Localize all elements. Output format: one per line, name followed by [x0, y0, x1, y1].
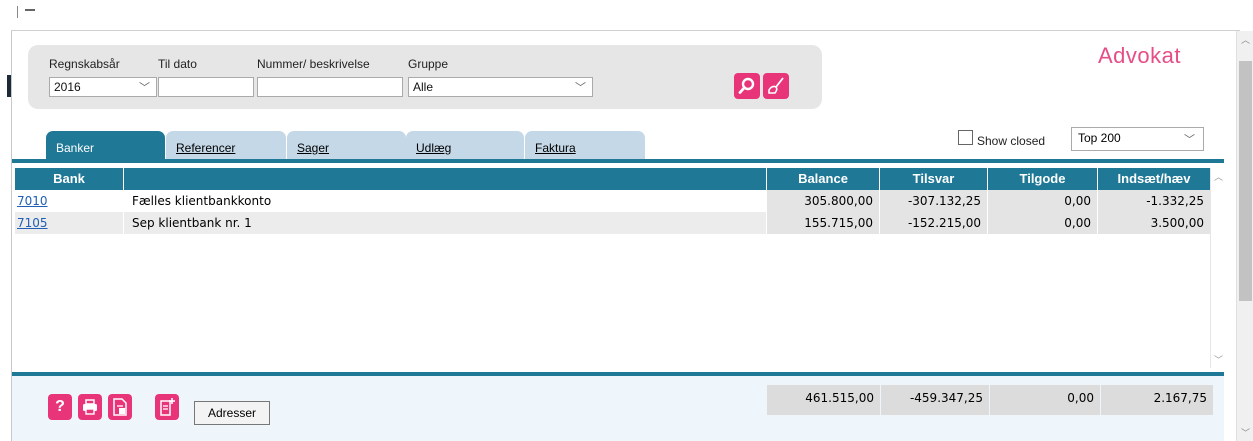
balance-value: 305.800,00 — [767, 190, 880, 212]
new-document-button[interactable] — [155, 394, 179, 420]
column-header-description — [124, 168, 767, 190]
filter-panel: Regnskabsår 2016 ﹀ Til dato Nummer/ besk… — [28, 45, 822, 109]
bank-number-link[interactable]: 7105 — [15, 212, 124, 234]
top-bar-divider — [17, 6, 18, 18]
brand-title: Advokat — [1098, 43, 1181, 68]
table-row[interactable]: 7105 Sep klientbank nr. 1 155.715,00 -15… — [15, 212, 1210, 234]
bank-description: Fælles klientbankkonto — [124, 190, 767, 212]
footer-bar: ? Adresser 461.515,00 -459.347,25 0,00 2… — [12, 372, 1224, 441]
address-button[interactable]: Adresser — [194, 401, 270, 425]
bank-grid: Bank Balance Tilsvar Tilgode Indsæt/hæv … — [15, 168, 1224, 368]
clear-filter-button[interactable] — [763, 73, 789, 99]
window-scrollbar[interactable]: ︿ ﹀ — [1236, 31, 1253, 441]
column-header-bank[interactable]: Bank — [15, 168, 124, 190]
indsaet-value: -1.332,25 — [1098, 190, 1210, 212]
window-top-bar — [11, 0, 1240, 31]
print-icon — [83, 399, 97, 415]
scroll-down-icon[interactable]: ﹀ — [1241, 426, 1250, 439]
chevron-down-icon: ﹀ — [139, 82, 150, 94]
broom-icon — [768, 77, 784, 94]
help-button[interactable]: ? — [48, 394, 72, 420]
year-select-value: 2016 — [54, 80, 81, 94]
show-closed-label: Show closed — [977, 134, 1046, 148]
column-header-tilgode[interactable]: Tilgode — [988, 168, 1098, 190]
top-limit-value: Top 200 — [1078, 131, 1121, 145]
tab-udlaeg[interactable]: Udlæg — [406, 131, 524, 159]
export-button[interactable] — [108, 394, 132, 420]
scroll-up-icon[interactable]: ︿ — [1214, 170, 1223, 183]
total-tilgode: 0,00 — [990, 385, 1100, 415]
group-select[interactable]: Alle ﹀ — [408, 77, 593, 97]
new-document-icon — [160, 398, 175, 416]
tab-underline — [12, 159, 1224, 163]
to-date-input[interactable] — [158, 77, 254, 97]
total-indsaet: 2.167,75 — [1101, 385, 1213, 415]
column-header-indsaet[interactable]: Indsæt/hæv — [1098, 168, 1210, 190]
column-header-tilsvar[interactable]: Tilsvar — [880, 168, 988, 190]
number-description-input[interactable] — [257, 77, 403, 97]
show-closed-toggle[interactable]: Show closed — [958, 129, 1046, 148]
scroll-down-icon[interactable]: ﹀ — [1214, 353, 1223, 366]
balance-value: 155.715,00 — [767, 212, 880, 234]
total-tilsvar: -459.347,25 — [881, 385, 989, 415]
tab-faktura[interactable]: Faktura — [525, 131, 645, 159]
tilsvar-value: -307.132,25 — [880, 190, 988, 212]
group-label: Gruppe — [408, 57, 449, 71]
group-select-value: Alle — [413, 80, 434, 94]
bank-number-link[interactable]: 7010 — [15, 190, 124, 212]
scroll-up-icon[interactable]: ︿ — [1241, 33, 1250, 46]
main-panel: Regnskabsår 2016 ﹀ Til dato Nummer/ besk… — [11, 31, 1240, 441]
show-closed-checkbox[interactable] — [958, 129, 973, 145]
tab-referencer[interactable]: Referencer — [166, 131, 286, 159]
tab-sager[interactable]: Sager — [287, 131, 406, 159]
help-icon: ? — [55, 398, 65, 415]
chevron-down-icon: ﹀ — [575, 82, 586, 94]
year-label: Regnskabsår — [49, 57, 120, 71]
menu-icon[interactable] — [25, 9, 35, 11]
search-icon — [738, 77, 755, 94]
scrollbar-thumb[interactable] — [1239, 61, 1252, 301]
grid-scrollbar[interactable]: ︿ ﹀ — [1210, 168, 1224, 368]
number-label: Nummer/ beskrivelse — [257, 57, 370, 71]
tilgode-value: 0,00 — [988, 212, 1098, 234]
export-icon — [113, 398, 127, 416]
tilsvar-value: -152.215,00 — [880, 212, 988, 234]
print-button[interactable] — [78, 394, 102, 420]
to-date-label: Til dato — [158, 57, 197, 71]
column-header-balance[interactable]: Balance — [767, 168, 880, 190]
search-button[interactable] — [734, 73, 760, 99]
year-select[interactable]: 2016 ﹀ — [49, 77, 157, 97]
tilgode-value: 0,00 — [988, 190, 1098, 212]
tab-banker[interactable]: Banker — [46, 131, 165, 159]
total-balance: 461.515,00 — [767, 385, 880, 415]
table-row[interactable]: 7010 Fælles klientbankkonto 305.800,00 -… — [15, 190, 1210, 212]
grid-header: Bank Balance Tilsvar Tilgode Indsæt/hæv — [15, 168, 1210, 190]
window-left-edge — [0, 0, 11, 441]
top-limit-select[interactable]: Top 200 ﹀ — [1071, 127, 1204, 151]
bank-description: Sep klientbank nr. 1 — [124, 212, 767, 234]
indsaet-value: 3.500,00 — [1098, 212, 1210, 234]
chevron-down-icon: ﹀ — [1184, 134, 1195, 146]
